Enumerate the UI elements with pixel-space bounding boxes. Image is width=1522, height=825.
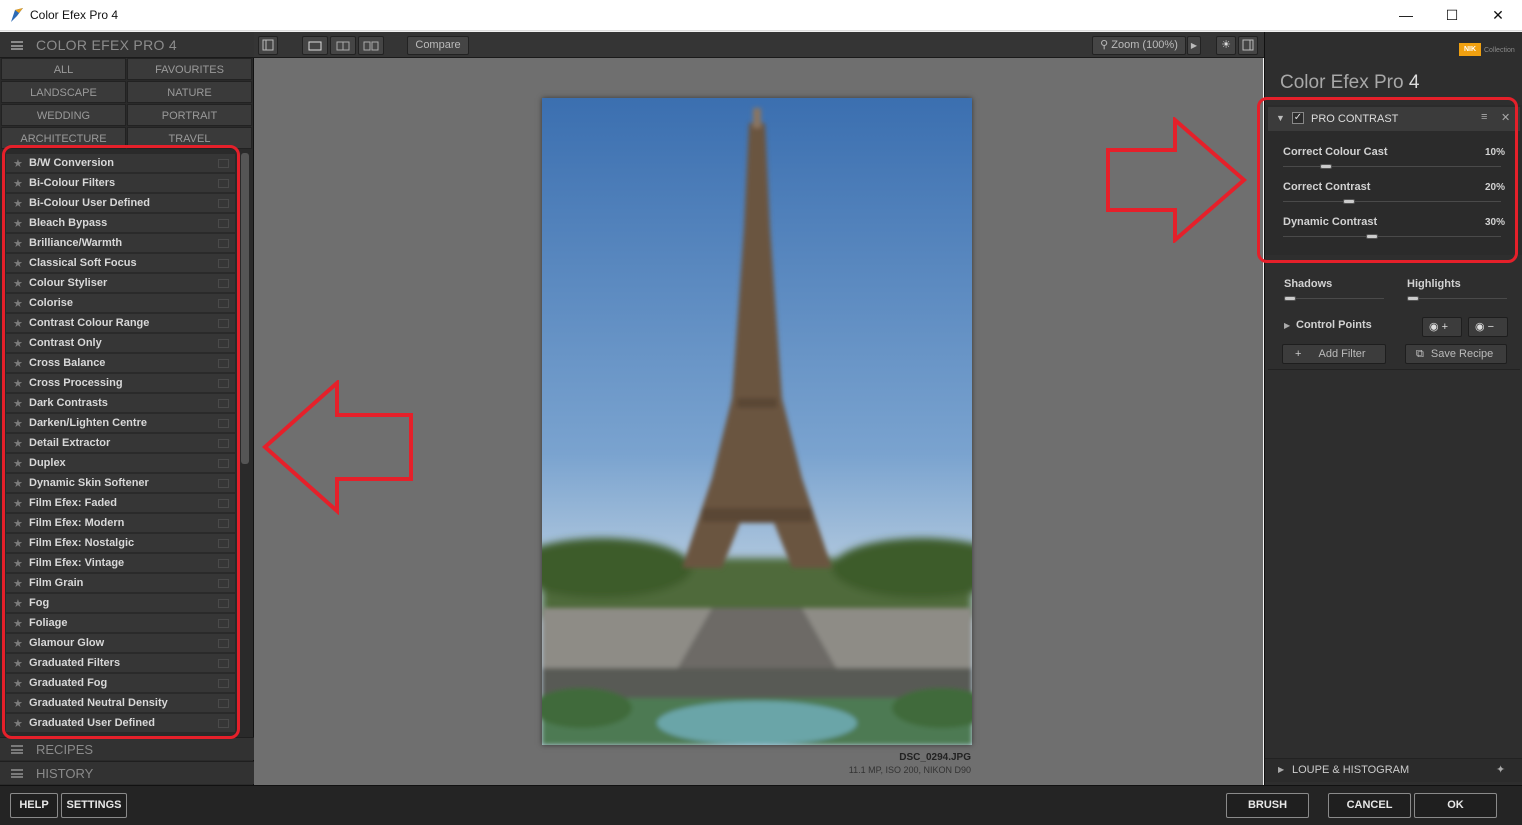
loupe-histogram-label: LOUPE & HISTOGRAM [1292,764,1410,776]
history-label: HISTORY [36,766,94,781]
annotation-highlight-box-filters [2,145,240,739]
app-window: Color Efex Pro 4 — ☐ ✕ COLOR EFEX PRO 4 … [0,0,1522,825]
toggle-right-panel-button[interactable] [1238,36,1258,55]
image-info: 11.1 MP, ISO 200, NIKON D90 [848,765,971,775]
add-filter-button[interactable]: + Add Filter [1282,344,1386,364]
eiffel-tower-photo [542,98,972,745]
photo-preview[interactable] [542,98,972,745]
add-negative-control-point-button[interactable]: ◉ − [1468,317,1508,337]
save-recipe-label: Save Recipe [1430,348,1494,360]
nik-collection-label: Collection [1484,47,1515,54]
loupe-histogram-section[interactable]: ▶ LOUPE & HISTOGRAM ✦ [1265,758,1522,782]
panel-toggle-icon [1242,39,1254,51]
panel-toggle-icon [262,39,274,51]
filter-browser-title: COLOR EFEX PRO 4 [36,37,177,53]
product-version: 4 [1408,72,1420,93]
history-section[interactable]: HISTORY [0,761,254,784]
filter-browser-header[interactable]: COLOR EFEX PRO 4 [0,32,254,58]
pin-icon[interactable]: ✦ [1496,763,1505,776]
help-button[interactable]: HELP [10,793,58,818]
toggle-panel-button[interactable] [258,36,278,55]
highlights-slider-knob[interactable] [1407,296,1419,301]
divider [1268,369,1520,370]
image-filename: DSC_0294.JPG [899,752,971,763]
zoom-button[interactable]: ⚲ Zoom (100%) [1092,36,1186,55]
compare-button[interactable]: Compare [407,36,469,55]
title-bar: Color Efex Pro 4 — ☐ ✕ [0,0,1522,31]
ok-button[interactable]: OK [1414,793,1497,818]
annotation-arrow-left-icon [262,380,413,515]
recipes-label: RECIPES [36,742,94,757]
shadows-label: Shadows [1284,278,1333,290]
shadows-slider-knob[interactable] [1284,296,1296,301]
product-title: Color Efex Pro 4 [1280,72,1419,94]
cancel-button[interactable]: CANCEL [1328,793,1411,818]
split-view-icon [336,41,350,51]
bottom-bar: HELP SETTINGS BRUSH CANCEL OK [0,785,1522,825]
app-logo-icon [11,8,23,22]
category-tab[interactable]: PORTRAIT [127,104,252,126]
annotation-highlight-box-controls [1257,97,1518,263]
control-point-minus-icon: ◉ − [1475,321,1495,333]
zoom-label: Zoom (100%) [1111,39,1178,51]
category-tab[interactable]: NATURE [127,81,252,103]
nik-badge: NIK [1459,43,1481,56]
split-view-button[interactable] [330,36,356,55]
add-control-point-button[interactable]: ◉ + [1422,317,1462,337]
highlights-label: Highlights [1407,278,1461,290]
zoom-dropdown-button[interactable]: ▶ [1187,36,1201,55]
save-recipe-button[interactable]: ⧉ Save Recipe [1405,344,1507,364]
shadows-slider-track[interactable] [1284,298,1384,299]
side-by-side-button[interactable] [358,36,384,55]
minimize-button[interactable]: — [1383,0,1429,31]
expand-triangle-icon[interactable]: ▶ [1284,321,1290,330]
close-window-button[interactable]: ✕ [1475,0,1521,31]
product-name: Color Efex Pro [1280,72,1404,93]
add-filter-label: Add Filter [1318,348,1366,360]
category-tab[interactable]: FAVOURITES [127,58,252,80]
brush-button[interactable]: BRUSH [1226,793,1309,818]
category-tab[interactable]: ALL [1,58,126,80]
menu-icon [11,41,23,50]
recipes-section[interactable]: RECIPES [0,737,254,760]
single-view-icon [308,41,322,51]
recipe-icon: ⧉ [1416,348,1424,360]
window-title: Color Efex Pro 4 [30,8,119,22]
toolbar: Compare ⚲ Zoom (100%) ▶ ☀ [254,32,1264,58]
magnifier-icon: ⚲ [1100,39,1109,51]
single-view-button[interactable] [302,36,328,55]
annotation-arrow-right-icon [1106,117,1247,243]
highlights-slider-track[interactable] [1407,298,1507,299]
category-tab[interactable]: LANDSCAPE [1,81,126,103]
control-points-label: Control Points [1296,319,1372,331]
filter-list-scrollbar[interactable] [241,153,249,464]
light-bulb-icon: ☀ [1221,39,1231,51]
control-points-row[interactable]: ▶ Control Points ◉ + ◉ − [1265,317,1522,339]
control-point-plus-icon: ◉ + [1429,321,1449,333]
maximize-button[interactable]: ☐ [1429,0,1475,31]
category-tab[interactable]: WEDDING [1,104,126,126]
side-by-side-icon [363,41,379,51]
expand-triangle-icon[interactable]: ▶ [1278,765,1284,774]
menu-icon [11,769,23,778]
chevron-right-icon: ▶ [1190,41,1198,50]
menu-icon [11,745,23,754]
background-toggle-button[interactable]: ☀ [1216,36,1236,55]
settings-button[interactable]: SETTINGS [61,793,127,818]
plus-icon: + [1295,348,1302,360]
